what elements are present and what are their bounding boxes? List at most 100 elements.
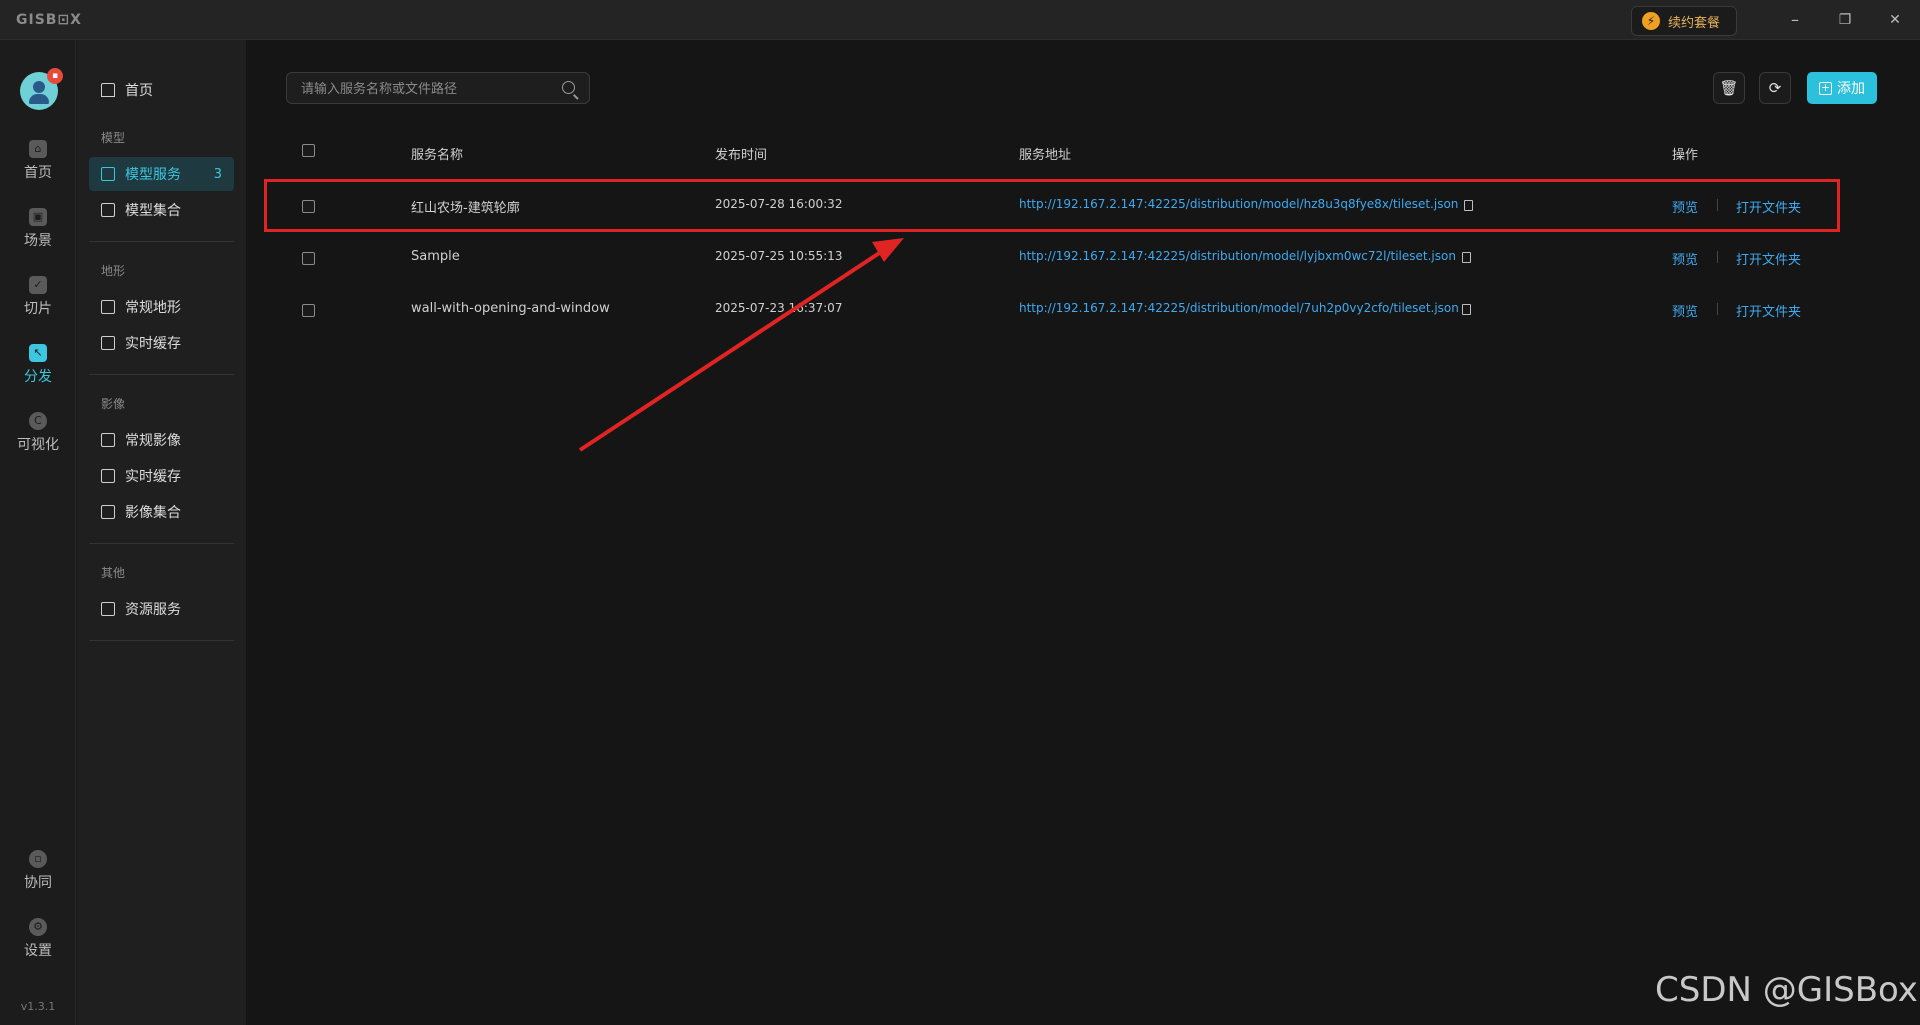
terrain-cache-icon	[101, 336, 115, 350]
select-all-checkbox[interactable]	[302, 144, 315, 157]
terrain-icon	[101, 300, 115, 314]
avatar-body	[29, 94, 49, 104]
service-name: wall-with-opening-and-window	[411, 301, 610, 316]
divider	[89, 374, 234, 375]
divider	[89, 543, 234, 544]
sidebar-item-label: 常规影像	[125, 433, 181, 449]
avatar-head	[33, 81, 45, 93]
rail-item-settings[interactable]: ⚙ 设置	[0, 918, 76, 970]
model-service-icon	[101, 167, 115, 181]
sidebar-item-imagery-collection[interactable]: 影像集合	[89, 495, 234, 529]
service-name: 红山农场-建筑轮廓	[411, 201, 520, 216]
rail-item-label: 设置	[24, 943, 52, 959]
imagery-icon	[101, 433, 115, 447]
rail-item-label: 切片	[24, 301, 52, 317]
row-checkbox[interactable]	[302, 304, 315, 317]
rail-item-slice[interactable]: ✓ 切片	[0, 276, 76, 328]
copy-icon[interactable]	[1462, 304, 1471, 315]
renew-plan-button[interactable]: ⚡ 续约套餐	[1631, 6, 1737, 36]
column-header-url: 服务地址	[1019, 148, 1072, 163]
publish-time: 2025-07-28 16:00:32	[715, 197, 843, 211]
publish-time: 2025-07-25 10:55:13	[715, 249, 843, 263]
sidebar-item-terrain-cache[interactable]: 实时缓存	[89, 326, 234, 360]
rail-item-label: 场景	[24, 233, 52, 249]
sidebar-item-imagery-cache[interactable]: 实时缓存	[89, 459, 234, 493]
message-badge-icon: ▪	[47, 68, 63, 84]
imagery-collection-icon	[101, 505, 115, 519]
rail-item-distribute[interactable]: ↖ 分发	[0, 344, 76, 396]
resource-icon	[101, 602, 115, 616]
divider	[89, 241, 234, 242]
table-row: 红山农场-建筑轮廓 2025-07-28 16:00:32 http://192…	[264, 180, 1839, 232]
distribute-icon: ↖	[29, 344, 47, 362]
add-button-label: 添加	[1837, 81, 1865, 97]
publish-time: 2025-07-23 16:37:07	[715, 301, 843, 315]
avatar[interactable]: ▪	[20, 68, 63, 110]
app-version: v1.3.1	[20, 1000, 56, 1013]
service-url-link[interactable]: http://192.167.2.147:42225/distribution/…	[1019, 249, 1456, 263]
sidebar-item-label: 实时缓存	[125, 336, 181, 352]
divider	[89, 640, 234, 641]
row-checkbox[interactable]	[302, 200, 315, 213]
sidebar-item-model-service[interactable]: 模型服务 3	[89, 157, 234, 191]
column-header-time: 发布时间	[715, 148, 768, 163]
home-icon: ⌂	[29, 140, 47, 158]
gear-icon: ⚙	[29, 918, 47, 936]
group-label-imagery: 影像	[101, 397, 126, 411]
rail-item-label: 分发	[24, 369, 52, 385]
action-separator	[1717, 251, 1718, 263]
copy-icon[interactable]	[1464, 200, 1473, 211]
preview-link[interactable]: 预览	[1672, 249, 1698, 268]
open-folder-link[interactable]: 打开文件夹	[1736, 249, 1801, 268]
sidebar-item-label: 模型集合	[125, 203, 181, 219]
cube-icon: ▣	[29, 208, 47, 226]
lightning-icon: ⚡	[1642, 12, 1660, 30]
sidebar-item-regular-terrain[interactable]: 常规地形	[89, 290, 234, 324]
sidebar-item-model-collection[interactable]: 模型集合	[89, 193, 234, 227]
lock-icon: ▫	[29, 850, 47, 868]
close-button[interactable]: ✕	[1880, 8, 1910, 32]
model-collection-icon	[101, 203, 115, 217]
search-input[interactable]	[301, 79, 551, 99]
imagery-cache-icon	[101, 469, 115, 483]
preview-link[interactable]: 预览	[1672, 301, 1698, 320]
trash-icon: 🗑	[1719, 79, 1739, 97]
group-label-terrain: 地形	[101, 264, 126, 278]
rail-item-label: 可视化	[17, 437, 59, 453]
service-url-link[interactable]: http://192.167.2.147:42225/distribution/…	[1019, 197, 1458, 211]
action-separator	[1717, 199, 1718, 211]
rail-item-visualize[interactable]: C 可视化	[0, 412, 76, 464]
search-icon[interactable]	[562, 81, 575, 94]
sidebar-item-label: 实时缓存	[125, 469, 181, 485]
add-button[interactable]: + 添加	[1807, 72, 1877, 104]
column-header-name: 服务名称	[411, 148, 464, 163]
restore-button[interactable]: ❐	[1830, 8, 1860, 32]
table-row: Sample 2025-07-25 10:55:13 http://192.16…	[264, 232, 1839, 284]
sidebar-item-label: 常规地形	[125, 300, 181, 316]
sidebar-item-label: 模型服务	[125, 167, 181, 183]
rail-item-collaborate[interactable]: ▫ 协同	[0, 850, 76, 902]
rail-item-home[interactable]: ⌂ 首页	[0, 140, 76, 192]
sidebar-item-resource-service[interactable]: 资源服务	[89, 592, 234, 626]
action-separator	[1717, 303, 1718, 315]
service-url-link[interactable]: http://192.167.2.147:42225/distribution/…	[1019, 301, 1459, 315]
refresh-button[interactable]: ⟳	[1759, 72, 1791, 104]
model-service-count: 3	[213, 166, 222, 182]
open-folder-link[interactable]: 打开文件夹	[1736, 301, 1801, 320]
sidebar-item-label: 首页	[125, 83, 153, 99]
minimize-button[interactable]: –	[1780, 8, 1810, 32]
rail-item-label: 协同	[24, 875, 52, 891]
row-checkbox[interactable]	[302, 252, 315, 265]
search-box[interactable]	[286, 72, 590, 104]
table-row: wall-with-opening-and-window 2025-07-23 …	[264, 284, 1839, 336]
sidebar-item-regular-imagery[interactable]: 常规影像	[89, 423, 234, 457]
rail-item-label: 首页	[24, 165, 52, 181]
preview-link[interactable]: 预览	[1672, 197, 1698, 216]
open-folder-link[interactable]: 打开文件夹	[1736, 197, 1801, 216]
sidebar-item-label: 影像集合	[125, 505, 181, 521]
rail-item-scene[interactable]: ▣ 场景	[0, 208, 76, 260]
title-bar: GISB⊡X ⚡ 续约套餐 – ❐ ✕	[0, 0, 1920, 40]
sidebar-item-home[interactable]: 首页	[89, 73, 234, 107]
delete-button[interactable]: 🗑	[1713, 72, 1745, 104]
copy-icon[interactable]	[1462, 252, 1471, 263]
